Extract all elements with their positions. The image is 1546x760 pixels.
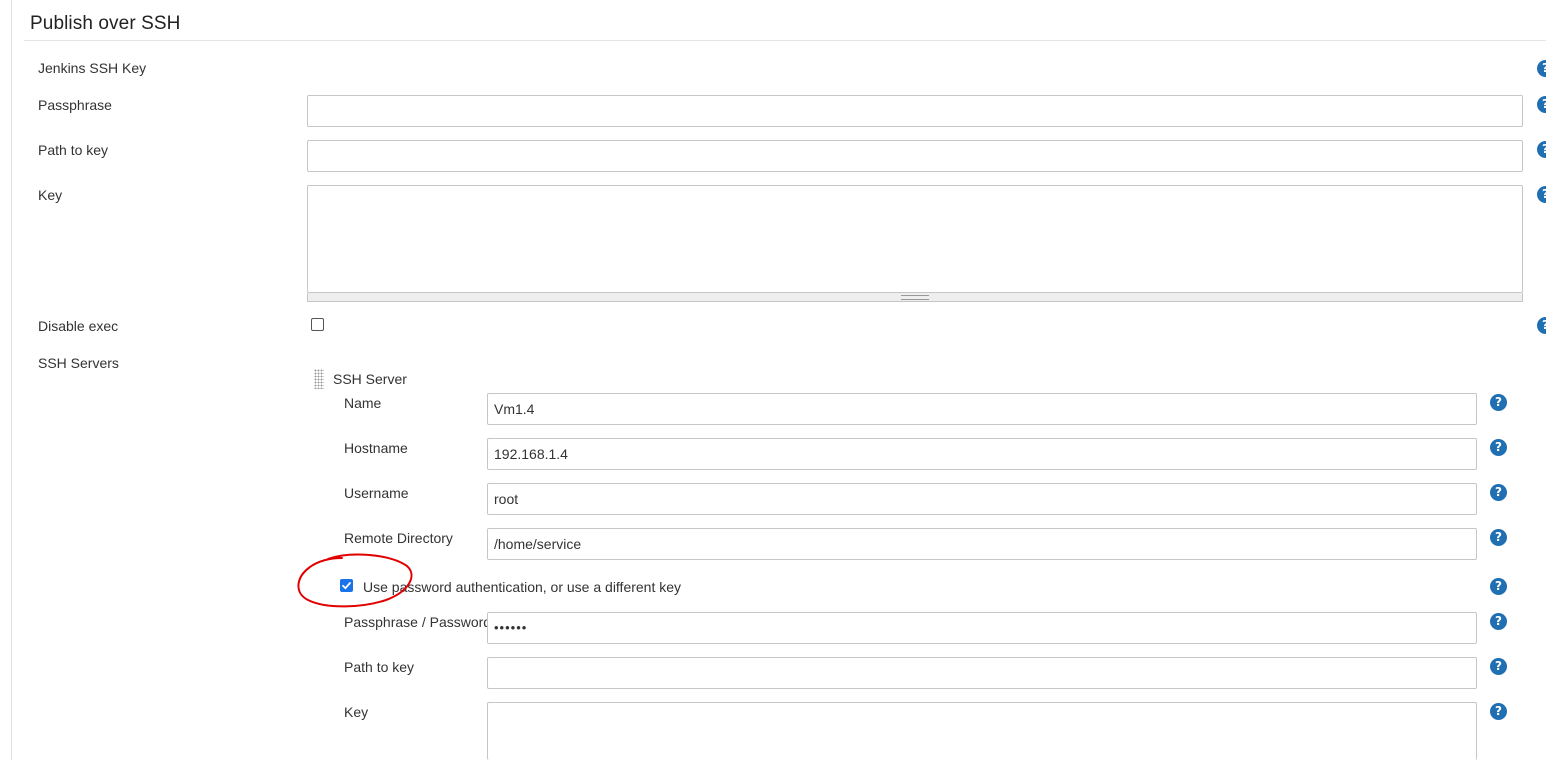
help-icon[interactable]: ?: [1490, 613, 1507, 630]
left-border: [11, 0, 12, 760]
server-name-input[interactable]: [487, 393, 1477, 425]
server-path-to-key-input[interactable]: [487, 657, 1477, 689]
help-icon[interactable]: ?: [1537, 186, 1546, 203]
checkmark-icon: [342, 582, 351, 590]
server-path-to-key-label: Path to key: [344, 659, 415, 675]
help-icon[interactable]: ?: [1490, 578, 1507, 595]
section-title: Publish over SSH: [30, 13, 181, 34]
passphrase-password-input[interactable]: ••••••: [487, 612, 1477, 644]
hostname-label: Hostname: [344, 440, 408, 456]
disable-exec-label: Disable exec: [38, 318, 119, 334]
disable-exec-checkbox[interactable]: [311, 318, 324, 331]
ssh-servers-label: SSH Servers: [38, 355, 119, 371]
server-key-label: Key: [344, 704, 369, 720]
remote-directory-input[interactable]: [487, 528, 1477, 560]
passphrase-password-label: Passphrase / Password: [344, 614, 492, 630]
help-icon[interactable]: ?: [1490, 394, 1507, 411]
server-name-label: Name: [344, 395, 382, 411]
section-divider: [24, 40, 1546, 41]
remote-directory-label: Remote Directory: [344, 530, 453, 546]
resize-grip-icon: [901, 295, 929, 300]
ssh-server-header: SSH Server: [333, 371, 407, 387]
help-icon[interactable]: ?: [1537, 60, 1546, 77]
path-to-key-label: Path to key: [38, 142, 109, 158]
server-key-textarea[interactable]: [487, 702, 1477, 760]
use-password-checkbox[interactable]: [340, 579, 353, 592]
passphrase-label: Passphrase: [38, 97, 112, 113]
use-password-label[interactable]: Use password authentication, or use a di…: [363, 579, 681, 595]
help-icon[interactable]: ?: [1490, 484, 1507, 501]
passphrase-input[interactable]: [307, 95, 1523, 127]
jenkins-ssh-key-label: Jenkins SSH Key: [38, 60, 147, 76]
drag-handle-icon[interactable]: [314, 369, 324, 389]
key-textarea[interactable]: [307, 185, 1523, 293]
help-icon[interactable]: ?: [1537, 96, 1546, 113]
help-icon[interactable]: ?: [1537, 317, 1546, 334]
key-label: Key: [38, 187, 63, 203]
textarea-resize-bar[interactable]: [307, 293, 1523, 302]
path-to-key-input[interactable]: [307, 140, 1523, 172]
help-icon[interactable]: ?: [1490, 529, 1507, 546]
help-icon[interactable]: ?: [1537, 141, 1546, 158]
help-icon[interactable]: ?: [1490, 703, 1507, 720]
help-icon[interactable]: ?: [1490, 658, 1507, 675]
username-label: Username: [344, 485, 409, 501]
username-input[interactable]: [487, 483, 1477, 515]
help-icon[interactable]: ?: [1490, 439, 1507, 456]
hostname-input[interactable]: [487, 438, 1477, 470]
